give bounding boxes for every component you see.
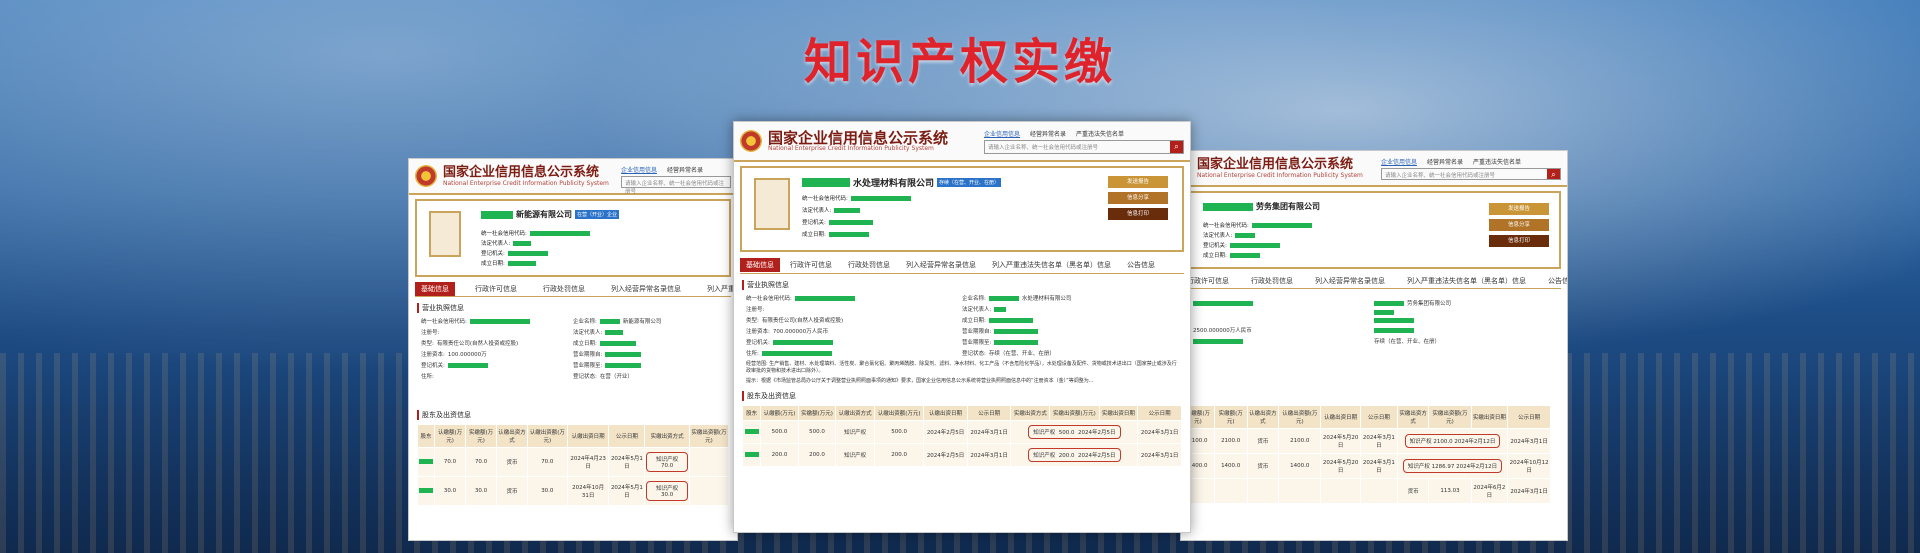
status-badge: 存续（在营、开业、在册）	[937, 178, 1002, 187]
tab[interactable]: 行政处罚信息	[537, 282, 591, 296]
search-icon[interactable]: ⌕	[1170, 140, 1183, 153]
site-header: 国家企业信用信息公示系统 National Enterprise Credit …	[1181, 151, 1567, 187]
company-name: 新能源有限公司 在营（开业）企业	[481, 209, 620, 220]
tab-admin-license[interactable]: 行政许可信息	[784, 258, 838, 272]
national-emblem-icon	[740, 130, 762, 152]
section-title: 营业执照信息	[417, 303, 729, 313]
nav-link[interactable]: 经营异常名录	[667, 165, 703, 174]
tab-basic-info[interactable]: 基础信息	[740, 257, 780, 272]
status-badge: 在营（开业）企业	[575, 210, 620, 219]
shareholder-table: 股东 认缴额(万元) 实缴额(万元) 认缴出资方式 认缴出资额(万元) 认缴出资日期 公示日…	[417, 424, 730, 506]
table-row: 2100.0 2100.0 货币 2100.0 2024年5月20日 2024年3月1日知…	[1181, 428, 1551, 454]
screenshot-center: 国家企业信用信息公示系统 National Enterprise Credit …	[733, 121, 1191, 533]
tab-basic-info[interactable]: 基础信息	[415, 281, 455, 296]
nav-link[interactable]: 严重违法失信名单	[1473, 157, 1521, 166]
site-name-en: National Enterprise Credit Information P…	[768, 144, 934, 152]
send-report-button[interactable]: 发送报告	[1489, 203, 1549, 215]
license-info-grid: 统一社会信用代码: 企业名称: 水处理材料有限公司 注册号: 法定代表人: 类型: 有限…	[746, 295, 1072, 357]
nav-link[interactable]: 严重违法失信名单	[1076, 129, 1124, 138]
screenshot-right: 国家企业信用信息公示系统 National Enterprise Credit …	[1180, 150, 1568, 541]
site-header: 国家企业信用信息公示系统 National Enterprise Credit …	[734, 122, 1190, 162]
info-tabs: 行政许可信息 行政处罚信息 列入经营异常名录信息 列入严重违法失信名单（黑名单）…	[1181, 273, 1567, 289]
screenshot-left: 国家企业信用信息公示系统 National Enterprise Credit …	[408, 158, 738, 541]
site-name-en: National Enterprise Credit Information P…	[1197, 171, 1363, 179]
section-title: 股东及出资信息	[742, 391, 1182, 401]
print-button[interactable]: 信息打印	[1489, 235, 1549, 247]
tab[interactable]: 行政处罚信息	[1245, 274, 1299, 288]
nav-link[interactable]: 企业信用信息	[1381, 157, 1417, 166]
site-name: 国家企业信用信息公示系统	[768, 128, 949, 147]
tab[interactable]: 列入经营异常名录信息	[605, 282, 687, 296]
table-row: 货币 113.03 2024年6月2日 2024年3月1日	[1181, 478, 1551, 504]
tab-blacklist[interactable]: 列入严重违法失信名单（黑名单）信息	[986, 258, 1117, 272]
site-name-en: National Enterprise Credit Information P…	[443, 179, 609, 187]
tab-abnormal-list[interactable]: 列入经营异常名录信息	[900, 258, 982, 272]
site-name: 国家企业信用信息公示系统	[443, 164, 600, 180]
nav-link[interactable]: 企业信用信息	[621, 165, 657, 174]
site-header: 国家企业信用信息公示系统 National Enterprise Credit …	[409, 159, 737, 195]
notice-text: 提示：根据《市场监管总局办公厅关于调整营业执照照面事项的通知》要求，国家企业信用…	[746, 378, 1094, 384]
info-tabs: 基础信息 行政许可信息 行政处罚信息 列入经营异常名录信息 列入严重违法失信名单…	[415, 281, 737, 297]
license-info-grid: 统一社会信用代码: 企业名称: 新能源有限公司 注册号: 法定代表人: 类型: 有限责任…	[421, 318, 662, 380]
table-row: 200.0 200.0 知识产权 200.0 2024年2月5日 2024年3月1日 知识产…	[741, 443, 1182, 467]
shareholder-table: 认缴额(万元) 实缴额(万元) 认缴出资方式 认缴出资额(万元) 认缴出资日期 公示日期实…	[1181, 405, 1551, 504]
info-tabs: 基础信息 行政许可信息 行政处罚信息 列入经营异常名录信息 列入严重违法失信名单…	[740, 256, 1184, 274]
company-card: 新能源有限公司 在营（开业）企业 统一社会信用代码: 法定代表人: 登记机关: 成…	[415, 199, 731, 277]
national-emblem-icon	[415, 165, 437, 187]
section-title: 股东及出资信息	[417, 410, 729, 420]
print-button[interactable]: 信息打印	[1108, 208, 1168, 220]
company-name: 水处理材料有限公司 存续（在营、开业、在册）	[802, 176, 1002, 189]
business-license-icon	[754, 178, 790, 230]
table-row: 500.0 500.0 知识产权 500.0 2024年2月5日 2024年3月1日 知识产…	[741, 420, 1182, 444]
business-license-icon	[429, 211, 461, 257]
business-scope: 经营范围: 生产销售、建材、水处理填料、活性炭、聚合氯化铝、聚丙烯酰胺、除臭剂、…	[746, 361, 1177, 374]
license-info-grid: 劳务集团有限公司 2500.000000万人民币 存续（在营、开业、在册）	[1193, 300, 1452, 345]
table-row: 1400.0 1400.0 货币 1400.0 2024年5月20日 2024年3月1日知…	[1181, 453, 1551, 479]
tab[interactable]: 公告信息	[1542, 274, 1567, 288]
search-input[interactable]: 请输入企业名称、统一社会信用代码或注册号 ⌕	[1381, 167, 1561, 180]
nav-link[interactable]: 企业信用信息	[984, 129, 1020, 138]
site-name: 国家企业信用信息公示系统	[1197, 156, 1354, 172]
table-row: 30.0 30.0 货币 30.0 2024年10月31日 2024年5月1日 知识产权 3…	[417, 476, 730, 506]
share-button[interactable]: 信息分享	[1489, 219, 1549, 231]
tab[interactable]: 行政许可信息	[469, 282, 523, 296]
search-icon[interactable]: ⌕	[1547, 168, 1560, 179]
nav-link[interactable]: 经营异常名录	[1030, 129, 1066, 138]
table-row: 70.0 70.0 货币 70.0 2024年4月23日 2024年5月1日 知识产权 70…	[417, 447, 730, 477]
tab-announcements[interactable]: 公告信息	[1121, 258, 1161, 272]
company-card: 水处理材料有限公司 存续（在营、开业、在册） 统一社会信用代码: 法定代表人: 登…	[740, 166, 1184, 252]
tab[interactable]: 列入经营异常名录信息	[1309, 274, 1391, 288]
section-title: 营业执照信息	[742, 280, 1182, 290]
company-card: 劳务集团有限公司 统一社会信用代码: 法定代表人: 登记机关: 成立日期: 发送…	[1181, 191, 1561, 269]
company-name: 劳务集团有限公司	[1203, 201, 1320, 212]
tab-admin-penalty[interactable]: 行政处罚信息	[842, 258, 896, 272]
shareholder-table: 股东 认缴额(万元) 实缴额(万元) 认缴出资方式 认缴出资额(万元) 认缴出资日期 公示日…	[741, 405, 1182, 467]
search-input[interactable]: 请输入企业名称、统一社会信用代码或注册号 ⌕	[984, 139, 1184, 154]
search-input[interactable]: 请输入企业名称、统一社会信用代码或注册号	[621, 175, 731, 195]
tab[interactable]: 列入严重违法失信名单（黑名单）信息	[1401, 274, 1532, 288]
share-button[interactable]: 信息分享	[1108, 192, 1168, 204]
nav-link[interactable]: 经营异常名录	[1427, 157, 1463, 166]
send-report-button[interactable]: 发送报告	[1108, 176, 1168, 188]
banner-title: 知识产权实缴	[803, 34, 1116, 90]
